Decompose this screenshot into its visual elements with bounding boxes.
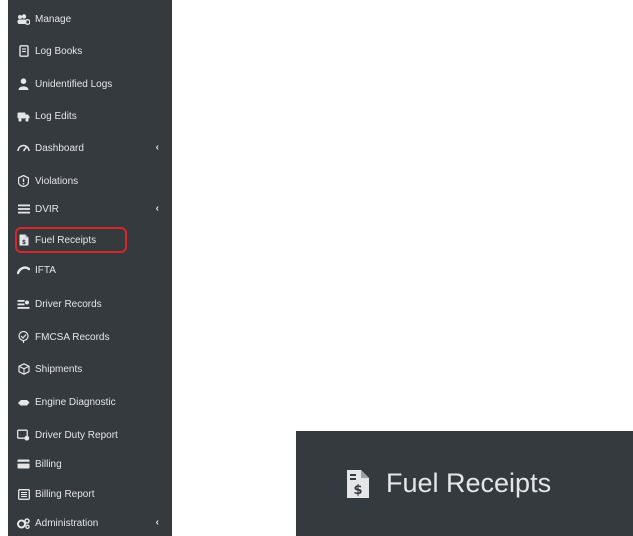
bars-icon (17, 203, 30, 215)
user-icon (17, 78, 30, 90)
sidebar-item-label: Violations (35, 175, 79, 187)
sidebar-item-billing-report[interactable]: Billing Report (8, 482, 172, 506)
sidebar-item-label: IFTA (35, 264, 56, 276)
sidebar-item-administration[interactable]: Administration ‹ (8, 511, 172, 535)
sidebar-item-engine-diagnostic[interactable]: Engine Diagnostic (8, 390, 172, 414)
sidebar-item-label: Driver Records (35, 298, 102, 310)
zoom-callout-label: Fuel Receipts (386, 468, 552, 498)
sidebar-item-driver-duty-report[interactable]: Driver Duty Report (8, 423, 172, 447)
sidebar-item-shipments[interactable]: Shipments (8, 357, 172, 381)
sidebar-item-dvir[interactable]: DVIR ‹ (8, 197, 172, 221)
sidebar-item-log-books[interactable]: Log Books (8, 39, 172, 63)
chevron-left-icon: ‹ (155, 517, 159, 528)
box-icon (17, 363, 30, 375)
sidebar-item-label: Fuel Receipts (35, 234, 97, 246)
list-icon (17, 488, 30, 500)
sidebar-item-violations[interactable]: Violations (8, 169, 172, 193)
book-icon (17, 45, 30, 57)
chevron-left-icon: ‹ (155, 203, 159, 214)
users-cog-icon (17, 13, 30, 25)
sidebar-item-label: Log Books (35, 45, 83, 57)
shield-icon (17, 331, 30, 343)
credit-card-icon (17, 458, 30, 470)
records-icon (17, 298, 30, 310)
sidebar-item-log-edits[interactable]: Log Edits (8, 104, 172, 128)
sidebar-item-label: FMCSA Records (35, 331, 110, 343)
sidebar-item-dashboard[interactable]: Dashboard ‹ (8, 136, 172, 160)
engine-icon (17, 396, 30, 408)
svg-text:$: $ (21, 239, 25, 246)
sidebar-item-unidentified-logs[interactable]: Unidentified Logs (8, 72, 172, 96)
sidebar-item-label: Administration (35, 517, 99, 529)
truck-edit-icon (17, 110, 30, 122)
chevron-left-icon: ‹ (155, 142, 159, 153)
sidebar-item-billing[interactable]: Billing (8, 452, 172, 476)
svg-text:$: $ (353, 483, 362, 498)
sidebar-item-label: Shipments (35, 363, 83, 375)
sidebar-item-label: Engine Diagnostic (35, 396, 116, 408)
sidebar-item-label: Driver Duty Report (35, 429, 118, 441)
receipt-icon: $ (17, 234, 30, 246)
sidebar-item-manage[interactable]: Manage (8, 7, 172, 31)
sidebar-item-label: Billing Report (35, 488, 95, 500)
receipt-icon: $ (346, 469, 370, 499)
sidebar-item-driver-records[interactable]: Driver Records (8, 292, 172, 316)
sidebar-item-label: Manage (35, 13, 72, 25)
sidebar-item-ifta[interactable]: IFTA (8, 258, 172, 282)
duty-report-icon (17, 429, 30, 441)
gauge-icon (17, 142, 30, 154)
sidebar-item-label: Log Edits (35, 110, 77, 122)
sidebar-item-fmcsa-records[interactable]: FMCSA Records (8, 325, 172, 349)
alert-icon (17, 175, 30, 187)
sidebar-item-label: Billing (35, 458, 62, 470)
sidebar-item-label: DVIR (35, 203, 59, 215)
fuel-receipts-zoom-callout: $ Fuel Receipts (296, 431, 633, 536)
sidebar-nav: Manage Log Books Unidentified Logs Log E… (8, 0, 172, 536)
cogs-icon (17, 517, 30, 529)
sidebar-item-fuel-receipts[interactable]: $ Fuel Receipts (8, 228, 172, 252)
sidebar-item-label: Unidentified Logs (35, 78, 113, 90)
sidebar-item-label: Dashboard (35, 142, 84, 154)
road-icon (17, 264, 30, 276)
